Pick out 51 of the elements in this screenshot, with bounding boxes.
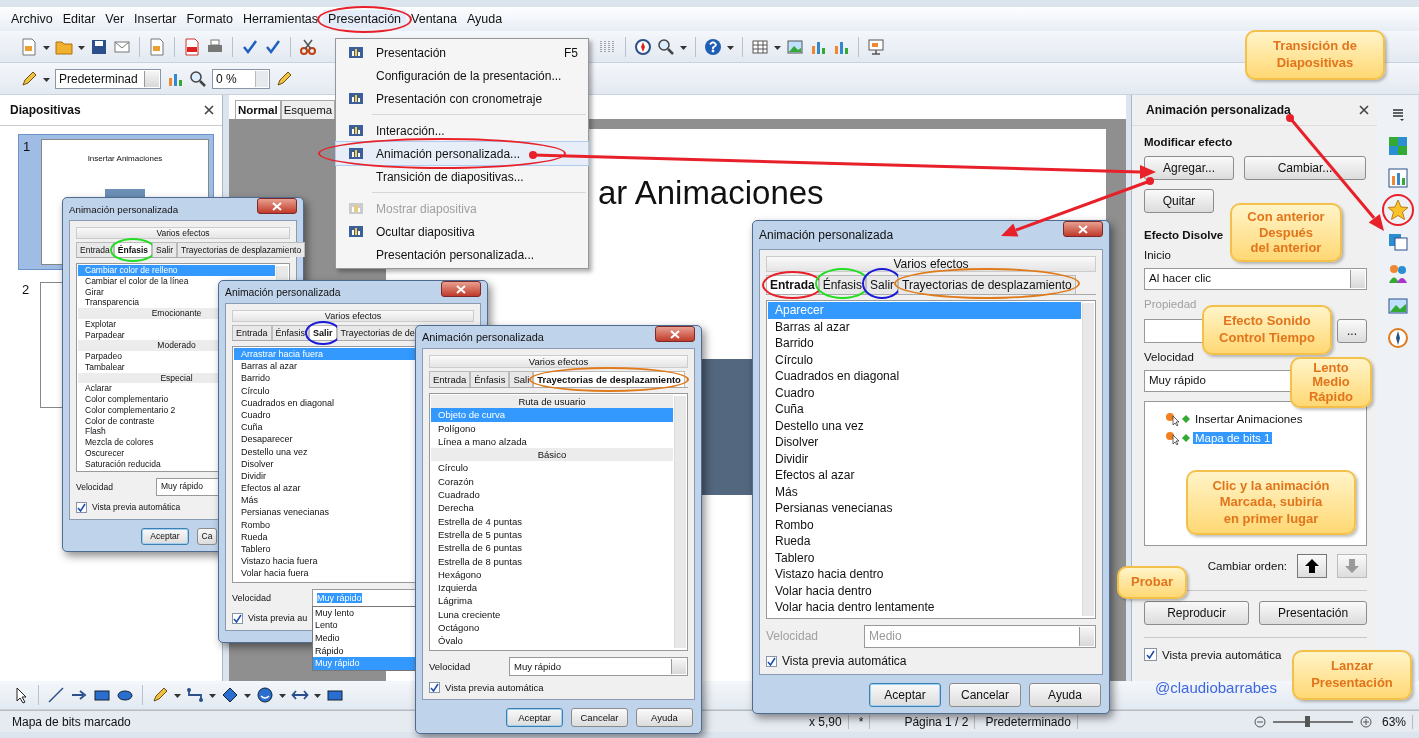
slide-number: 2 [22,282,31,299]
list-group-header: Ruta de usuario [431,395,673,409]
slide-title: ar Animaciones [598,174,824,212]
menu-item-label: Presentación con cronometraje [376,91,544,106]
callout-tooltip: Probar [1117,566,1187,599]
dialog-title: Animación personalizada [69,203,179,215]
group-header: Varios efectos [76,227,290,239]
menu-item-label: Interacción... [376,123,446,138]
menu-item-label: Presentación personalizada... [376,247,536,262]
field-label: Inicio [1144,249,1171,261]
shortcut-label: F5 [564,45,578,60]
field-label: Velocidad [1144,351,1194,363]
checkbox-label: Vista previa automática [445,681,544,693]
field-label: Velocidad [232,592,273,603]
callout-tooltip: Lanzar Presentación [1292,650,1412,700]
group-header: Varios efectos [766,256,1096,272]
dialog-title: Animación personalizada [422,331,544,343]
author-credit: @claudiobarrabes [1155,679,1277,696]
field-label: Propiedad [1144,298,1197,310]
list-group-header: Básico [431,448,673,462]
slide-title: Insertar Animaciones [87,154,163,163]
section-title: Efecto Disolve [1144,229,1224,241]
field-label: Velocidad [766,629,820,644]
group-header: Varios efectos [429,355,688,368]
menu-item-label: Presentación [376,45,448,60]
menu-item-label: Transición de diapositivas... [376,169,525,184]
callout-tooltip: Con anterior Después del anterior [1230,203,1342,262]
dialog-title: Animación personalizada [759,228,894,242]
selected-value: Muy rápido [317,592,362,603]
field-label: Velocidad [76,481,114,492]
checkbox-label: Vista previa automática [1162,648,1282,661]
field-label: Velocidad [429,660,472,672]
field-label: Cambiar orden: [1207,560,1287,572]
menu-item-label: Configuración de la presentación... [376,68,563,83]
checkbox-label: Vista previa au [248,613,308,624]
callout-tooltip: Transición de Diapositivas [1245,30,1385,80]
panel-title: Animación personalizada [1146,103,1291,117]
menu-item-label: Animación personalizada... [376,146,522,161]
section-title: Modificar efecto [1144,136,1233,148]
panel-title: Diapositivas [10,103,81,117]
menu-item-label: Ocultar diapositiva [376,224,476,239]
checkbox-label: Vista previa automática [782,654,907,669]
callout-tooltip: Lento Medio Rápido [1290,357,1372,408]
callout-tooltip: Efecto Sonido Control Tiempo [1202,305,1332,355]
zoom-level: 63% [1375,714,1413,729]
group-header: Varios efectos [232,310,474,322]
callout-tooltip: Clic y la animación Marcada, subiría en primer lugar [1186,470,1356,535]
slide-number: 1 [23,139,32,156]
dialog-title: Animación personalizada [225,286,341,298]
checkbox-label: Vista previa automática [92,502,181,513]
menu-item-label: Mostrar diapositiva [376,201,478,216]
